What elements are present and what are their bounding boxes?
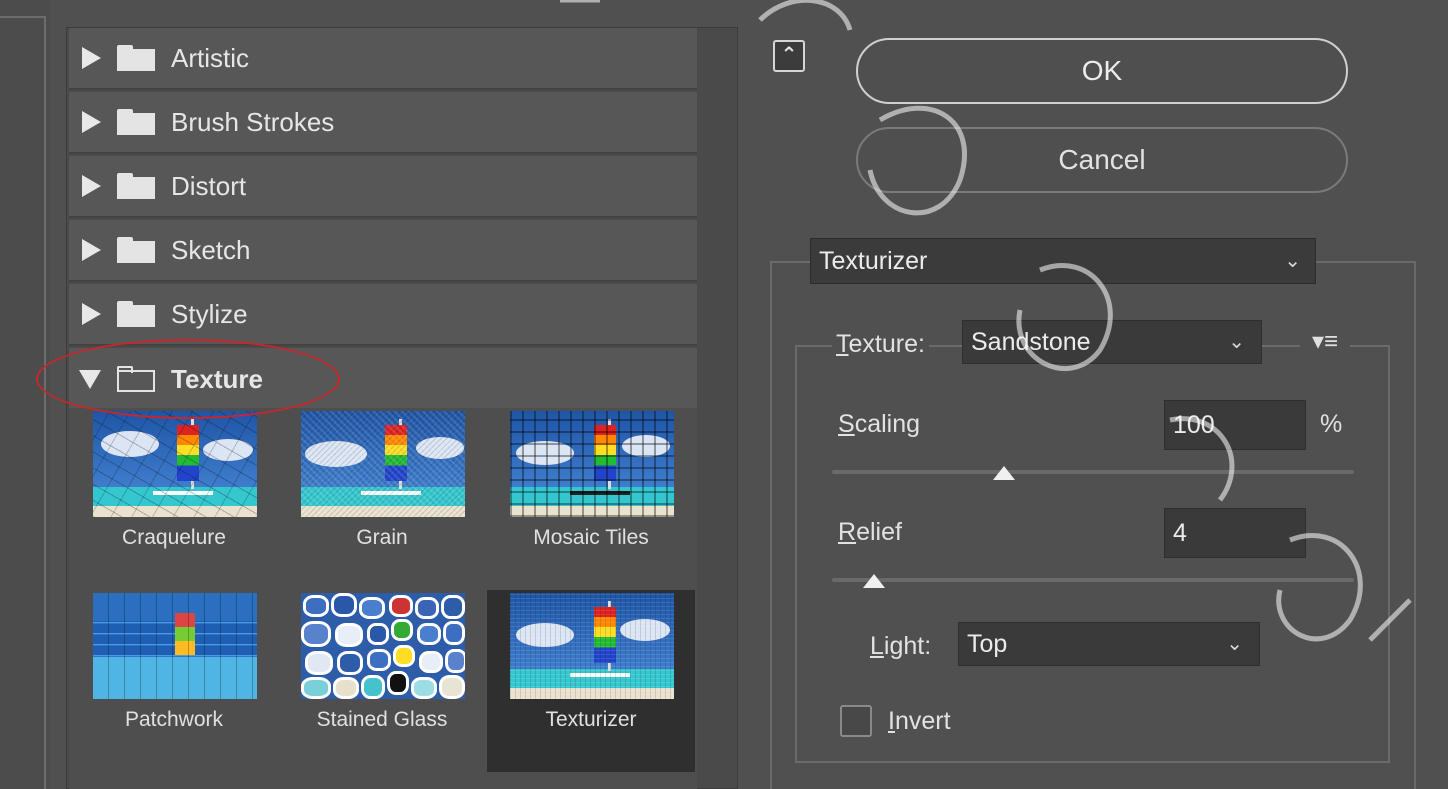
category-label: Stylize (171, 298, 248, 329)
folder-icon (117, 45, 155, 71)
category-artistic[interactable]: Artistic (69, 28, 697, 90)
folder-icon (117, 237, 155, 263)
mosaic-tiles-preview (510, 411, 674, 517)
chevron-down-icon: ⌄ (1226, 633, 1243, 655)
expand-arrow-icon (82, 239, 101, 261)
scaling-slider[interactable] (832, 470, 1354, 474)
thumbnail-texturizer[interactable]: Texturizer (487, 590, 695, 772)
category-distort[interactable]: Distort (69, 156, 697, 218)
thumbnail-label: Craquelure (122, 526, 226, 549)
texture-select[interactable]: Sandstone ⌄ (962, 320, 1262, 364)
light-select-value: Top (967, 630, 1008, 658)
relief-input[interactable]: 4 (1164, 508, 1306, 558)
chevron-down-icon: ⌄ (1228, 331, 1245, 353)
thumbnail-label: Texturizer (545, 708, 637, 731)
category-brush-strokes[interactable]: Brush Strokes (69, 92, 697, 154)
grain-preview (301, 411, 465, 517)
filter-select[interactable]: Texturizer ⌄ (810, 238, 1316, 284)
relief-slider[interactable] (832, 578, 1354, 582)
folder-icon (117, 301, 155, 327)
chevron-down-icon: ⌄ (1284, 250, 1301, 272)
relief-label: Relief (834, 518, 906, 547)
stained-glass-preview (301, 593, 465, 699)
expand-arrow-icon (82, 303, 101, 325)
thumbnail-grain[interactable]: Grain (278, 408, 486, 590)
thumbnail-stained-glass[interactable]: Stained Glass (278, 590, 486, 772)
texture-menu-icon[interactable]: ▾≡ (1300, 327, 1350, 357)
thumbnail-craquelure[interactable]: Craquelure (70, 408, 278, 590)
texturizer-preview (510, 593, 674, 699)
thumbnail-label: Patchwork (124, 708, 224, 731)
thumbnail-patchwork[interactable]: Patchwork (70, 590, 278, 772)
category-label: Sketch (171, 234, 251, 265)
cancel-button[interactable]: Cancel (856, 127, 1348, 193)
light-select[interactable]: Top ⌄ (958, 622, 1260, 666)
expand-arrow-icon (82, 47, 101, 69)
category-sketch[interactable]: Sketch (69, 220, 697, 282)
thumbnail-label: Stained Glass (316, 708, 448, 731)
left-edge-rail (44, 16, 46, 789)
craquelure-preview (93, 411, 257, 517)
folder-icon (117, 109, 155, 135)
thumbnail-mosaic-tiles[interactable]: Mosaic Tiles (487, 408, 695, 590)
left-edge-bevel (0, 16, 44, 18)
category-stylize[interactable]: Stylize (69, 284, 697, 346)
ok-button[interactable]: OK (856, 38, 1348, 104)
filter-select-value: Texturizer (819, 247, 928, 275)
folder-icon (117, 173, 155, 199)
expand-arrow-icon (82, 175, 101, 197)
thumbnail-label: Mosaic Tiles (533, 526, 649, 549)
invert-label: Invert (884, 707, 955, 736)
category-label: Distort (171, 170, 247, 201)
scaling-input[interactable]: 100 (1164, 400, 1306, 450)
double-chevron-up-icon[interactable]: ⌃ (773, 40, 805, 72)
relief-slider-thumb[interactable] (862, 574, 885, 588)
left-edge-panel (0, 0, 50, 789)
scaling-unit: % (1320, 410, 1343, 438)
category-label: Brush Strokes (171, 106, 335, 137)
light-label: Light: (866, 632, 936, 661)
highlight-annotation (36, 339, 340, 419)
expand-arrow-icon (82, 111, 101, 133)
category-label: Artistic (171, 42, 249, 73)
texture-thumbnails-area: Craquelure Grain Mosaic Tiles Patchwork … (69, 408, 697, 789)
scaling-slider-thumb[interactable] (993, 466, 1016, 480)
texture-label: Texture: (832, 330, 929, 359)
patchwork-preview (93, 593, 257, 699)
thumbnail-label: Grain (356, 526, 408, 549)
invert-checkbox[interactable] (840, 705, 872, 737)
texture-select-value: Sandstone (971, 328, 1091, 356)
scaling-label: Scaling (834, 410, 925, 439)
